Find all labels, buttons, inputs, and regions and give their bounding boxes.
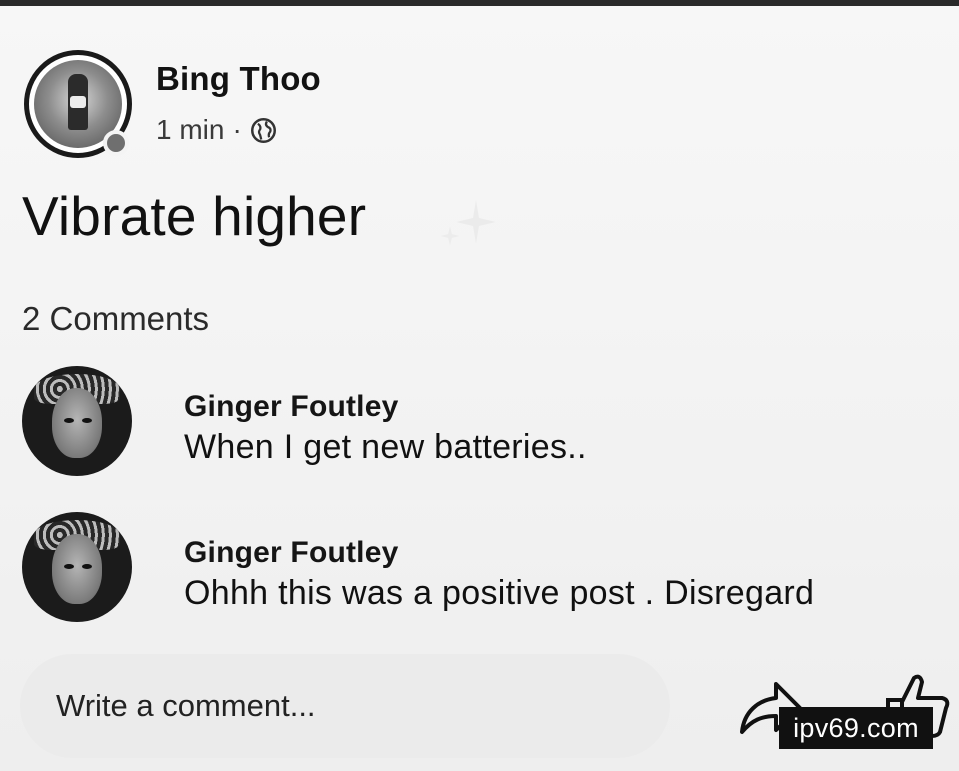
comment-item: Ginger Foutley Ohhh this was a positive … [0,512,959,632]
avatar-eye [82,564,92,569]
commenter-avatar[interactable] [22,366,132,476]
comments-count[interactable]: 2 Comments [22,300,209,338]
post-text: Vibrate higher [22,185,367,247]
post-card: Bing Thoo 1 min · Vibrate higher 2 Comme… [0,6,959,771]
commenter-name[interactable]: Ginger Foutley [184,390,399,424]
comment-text: When I get new batteries.. [184,428,587,466]
photo-figure [68,74,88,130]
post-meta: 1 min · [156,112,277,148]
post-time[interactable]: 1 min [156,114,224,146]
author-name[interactable]: Bing Thoo [156,60,321,98]
commenter-avatar[interactable] [22,512,132,622]
avatar-face [52,388,102,458]
meta-separator: · [232,114,242,145]
comment-input[interactable] [56,682,636,730]
comment-composer[interactable] [20,654,670,758]
avatar-eye [64,564,74,569]
presence-indicator [103,130,129,156]
avatar-eye [64,418,74,423]
watermark: ipv69.com [779,707,933,749]
commenter-name[interactable]: Ginger Foutley [184,536,399,570]
avatar-eye [82,418,92,423]
avatar-face [52,534,102,604]
sparkle-icon [440,200,496,246]
comment-text: Ohhh this was a positive post . Disregar… [184,574,815,612]
globe-icon [250,117,276,143]
comment-item: Ginger Foutley When I get new batteries.… [0,366,959,486]
